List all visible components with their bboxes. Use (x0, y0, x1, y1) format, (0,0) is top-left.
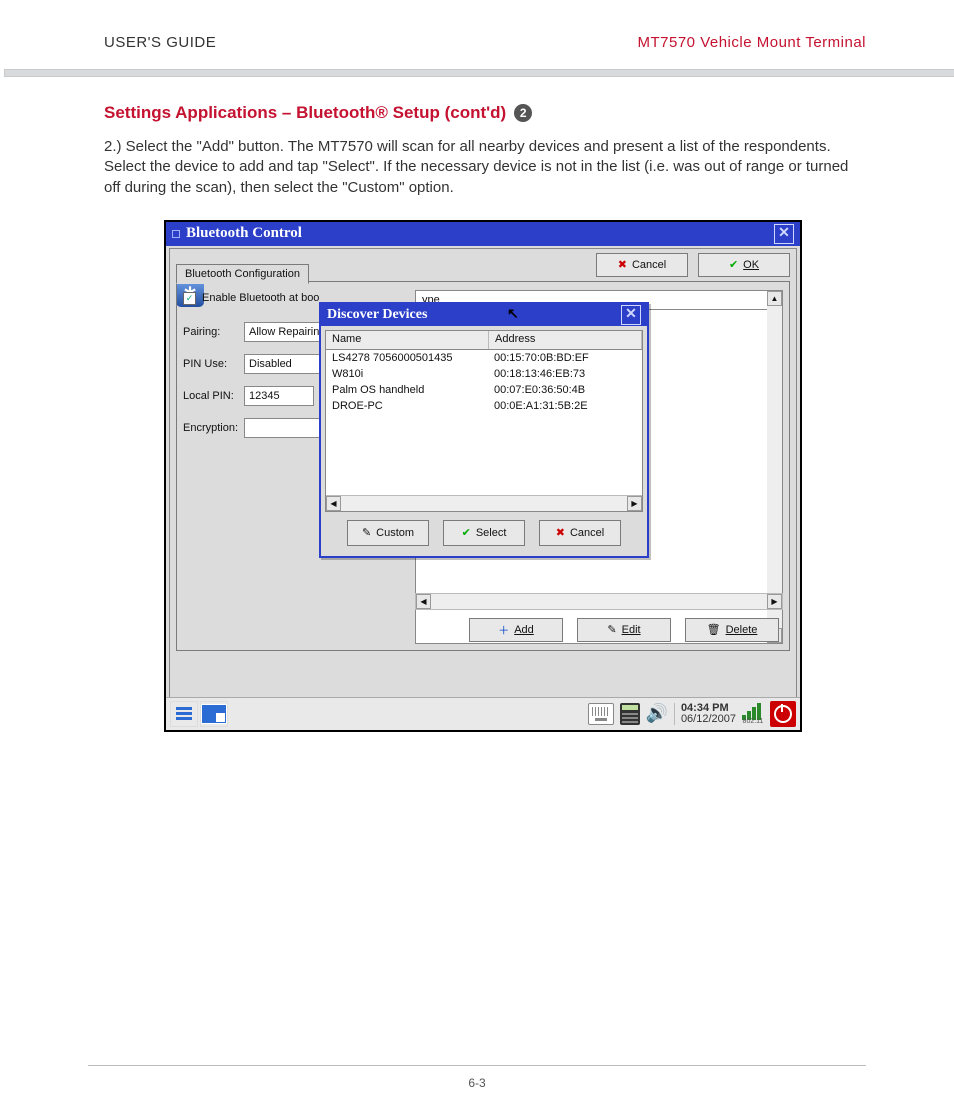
document-page: USER'S GUIDE MT7570 Vehicle Mount Termin… (0, 0, 954, 1112)
taskbar-left (170, 701, 228, 727)
section-title: Settings Applications – Bluetooth® Setup… (104, 103, 866, 123)
calculator-icon[interactable] (620, 703, 640, 725)
scroll-right-icon[interactable]: ▶ (627, 496, 642, 511)
header-divider (4, 69, 954, 77)
clock[interactable]: 04:34 PM 06/12/2007 (674, 703, 736, 725)
ok-button[interactable]: ✔ OK (698, 253, 790, 277)
cell-name: Palm OS handheld (326, 382, 488, 398)
dialog-cancel-label: Cancel (570, 527, 604, 539)
taskbar: 🔊 04:34 PM 06/12/2007 802.11 (166, 697, 800, 730)
power-icon (774, 705, 792, 723)
ok-icon: ✔ (729, 258, 738, 271)
top-button-row: ✖ Cancel ✔ OK (596, 253, 790, 277)
cell-address: 00:07:E0:36:50:4B (488, 382, 591, 398)
vertical-scrollbar[interactable]: ▲ ▼ (767, 291, 782, 643)
plus-icon: ＋ (498, 622, 509, 638)
pencil-icon: ✎ (607, 623, 616, 636)
device-list-header: Name Address (326, 331, 642, 350)
list-item[interactable]: Palm OS handheld 00:07:E0:36:50:4B (326, 382, 642, 398)
localpin-row: Local PIN: 12345 (183, 386, 314, 406)
sysmenu-icon[interactable] (172, 230, 180, 238)
list-h-scrollbar[interactable]: ◀ ▶ (326, 495, 642, 511)
cell-name: LS4278 7056000501435 (326, 350, 488, 366)
close-icon[interactable]: ✕ (774, 224, 794, 244)
section-title-text: Settings Applications – Bluetooth® Setup… (104, 103, 506, 123)
delete-button[interactable]: 🗑 Delete (685, 618, 779, 642)
list-item[interactable]: W810i 00:18:13:46:EB:73 (326, 366, 642, 382)
dialog-title: Discover Devices (327, 307, 427, 323)
dialog-cancel-button[interactable]: ✖ Cancel (539, 520, 621, 546)
show-desktop-icon[interactable] (200, 701, 228, 727)
cancel-button[interactable]: ✖ Cancel (596, 253, 688, 277)
mouse-cursor-icon: ↖ (507, 306, 519, 323)
pairing-label: Pairing: (183, 326, 238, 338)
cell-address: 00:0E:A1:31:5B:2E (488, 398, 594, 414)
enable-row: ✓ Enable Bluetooth at boo (183, 292, 319, 305)
body-paragraph: 2.) Select the "Add" button. The MT7570 … (104, 137, 866, 198)
enable-label: Enable Bluetooth at boo (202, 292, 319, 304)
add-label: Add (514, 624, 534, 636)
scroll-up-icon[interactable]: ▲ (767, 291, 782, 306)
col-name[interactable]: Name (326, 331, 489, 349)
pinuse-label: PIN Use: (183, 358, 238, 370)
encryption-label: Encryption: (183, 422, 238, 434)
device-list[interactable]: Name Address LS4278 7056000501435 00:15:… (325, 330, 643, 512)
window-title: Bluetooth Control (186, 225, 302, 242)
edit-label: Edit (622, 624, 641, 636)
cancel-label: Cancel (632, 259, 666, 271)
page-header: USER'S GUIDE MT7570 Vehicle Mount Termin… (104, 34, 866, 51)
start-menu-icon[interactable] (170, 701, 198, 727)
window-titlebar[interactable]: Bluetooth Control ✕ (166, 222, 800, 246)
cell-address: 00:15:70:0B:BD:EF (488, 350, 595, 366)
discover-devices-dialog: Discover Devices ↖ ✕ Name Address LS4278… (319, 302, 649, 558)
custom-button[interactable]: ✎ Custom (347, 520, 429, 546)
col-address[interactable]: Address (489, 331, 642, 349)
list-item[interactable]: LS4278 7056000501435 00:15:70:0B:BD:EF (326, 350, 642, 366)
localpin-label: Local PIN: (183, 390, 238, 402)
cancel-icon: ✖ (618, 258, 627, 271)
cell-address: 00:18:13:46:EB:73 (488, 366, 591, 382)
scroll-left-icon[interactable]: ◀ (416, 594, 431, 609)
dialog-titlebar[interactable]: Discover Devices ↖ ✕ (321, 304, 647, 326)
dialog-close-icon[interactable]: ✕ (621, 305, 641, 325)
custom-label: Custom (376, 527, 414, 539)
header-right: MT7570 Vehicle Mount Terminal (638, 34, 867, 51)
keyboard-icon[interactable] (588, 703, 614, 725)
step-badge: 2 (514, 104, 532, 122)
localpin-input[interactable]: 12345 (244, 386, 314, 406)
select-label: Select (476, 527, 507, 539)
page-footer: 6-3 (88, 1065, 866, 1090)
volume-icon[interactable]: 🔊 (646, 703, 668, 724)
dialog-body: Name Address LS4278 7056000501435 00:15:… (321, 326, 647, 556)
horizontal-scrollbar[interactable]: ◀ ▶ (415, 593, 783, 610)
delete-label: Delete (726, 624, 758, 636)
page-number: 6-3 (468, 1076, 485, 1090)
add-edit-delete-row: ＋ Add ✎ Edit 🗑 Delete (469, 618, 779, 642)
taskbar-right: 🔊 04:34 PM 06/12/2007 802.11 (588, 701, 796, 727)
cancel-icon: ✖ (556, 526, 565, 539)
power-button[interactable] (770, 701, 796, 727)
enable-checkbox[interactable]: ✓ (183, 292, 196, 305)
screenshot-figure: Bluetooth Control ✕ ∗ ✖ Cancel ✔ OK Blue… (164, 220, 802, 732)
list-item[interactable]: DROE-PC 00:0E:A1:31:5B:2E (326, 398, 642, 414)
scroll-left-icon[interactable]: ◀ (326, 496, 341, 511)
clock-date: 06/12/2007 (681, 714, 736, 725)
edit-button[interactable]: ✎ Edit (577, 618, 671, 642)
select-button[interactable]: ✔ Select (443, 520, 525, 546)
cell-name: W810i (326, 366, 488, 382)
ok-label: OK (743, 259, 759, 271)
scroll-right-icon[interactable]: ▶ (767, 594, 782, 609)
dialog-button-row: ✎ Custom ✔ Select ✖ Cancel (325, 512, 643, 552)
trash-icon: 🗑 (707, 623, 721, 636)
pencil-icon: ✎ (362, 526, 371, 539)
wifi-indicator[interactable]: 802.11 (742, 702, 764, 725)
check-icon: ✔ (462, 526, 471, 539)
add-button[interactable]: ＋ Add (469, 618, 563, 642)
header-left: USER'S GUIDE (104, 34, 216, 51)
wifi-standard: 802.11 (742, 718, 764, 725)
tab-label[interactable]: Bluetooth Configuration (176, 264, 309, 284)
cell-name: DROE-PC (326, 398, 488, 414)
